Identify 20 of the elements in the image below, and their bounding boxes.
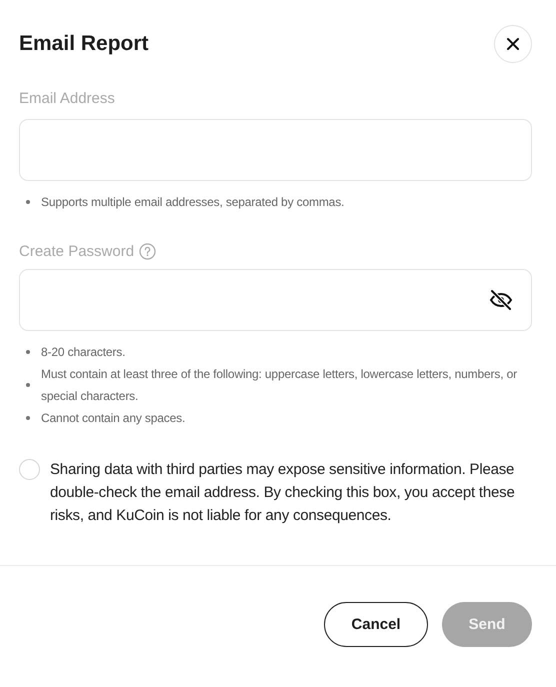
eye-slash-icon[interactable] [488,287,514,313]
hint-text: 8-20 characters. [41,344,126,361]
close-button[interactable] [494,25,532,63]
help-icon[interactable] [139,243,156,260]
field-label: Create Password [19,243,134,260]
consent-text: Sharing data with third parties may expose sensitive information. Please double-check the email address. By checking this box, you accept these risks, and KuCoin is not liable for any consequences. [50,460,516,526]
hint-text: Supports multiple email addresses, separated by commas. [41,194,344,211]
dialog-title: Email Report [19,32,149,56]
bullet-icon [26,383,30,387]
cancel-button[interactable]: Cancel [324,602,428,647]
field-label: Email Address [19,90,115,107]
close-icon [506,37,520,51]
bullet-icon [26,200,30,204]
hint-text: Cannot contain any spaces. [41,410,186,427]
bullet-icon [26,416,30,420]
password-input-field[interactable] [19,269,532,331]
hint-text: Must contain at least three of the following: uppercase letters, lowercase letters, numbers, or special characters. [41,366,518,405]
bullet-icon [26,350,30,354]
email-input-field[interactable] [19,119,532,181]
consent-checkbox[interactable] [19,459,40,480]
